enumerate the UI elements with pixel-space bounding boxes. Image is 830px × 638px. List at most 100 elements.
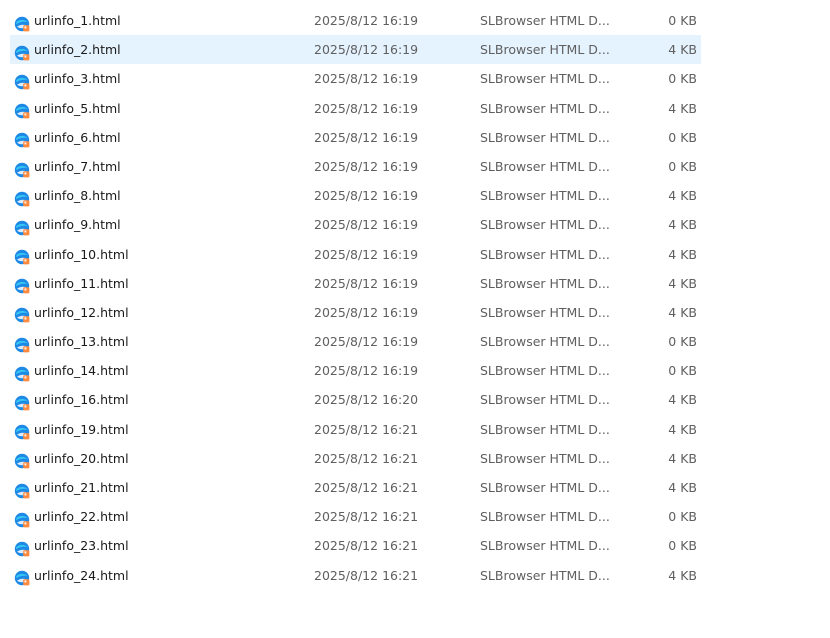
- file-name-cell[interactable]: urlinfo_12.html: [14, 298, 129, 327]
- file-name-cell[interactable]: urlinfo_6.html: [14, 123, 121, 152]
- file-type: SLBrowser HTML D...: [480, 246, 610, 262]
- file-type: SLBrowser HTML D...: [480, 509, 610, 525]
- file-row[interactable]: urlinfo_7.html 2025/8/12 16:19 SLBrowser H…: [10, 152, 701, 181]
- file-row[interactable]: urlinfo_22.html 2025/8/12 16:21 SLBrowser …: [10, 502, 701, 531]
- slbrowser-html-file-icon: [14, 159, 30, 177]
- file-size: 4 KB: [668, 304, 697, 320]
- file-name-cell[interactable]: urlinfo_2.html: [14, 35, 121, 64]
- file-name: urlinfo_19.html: [34, 421, 129, 437]
- file-row[interactable]: urlinfo_1.html 2025/8/12 16:19 SLBrowser H…: [10, 6, 701, 35]
- file-row[interactable]: urlinfo_10.html 2025/8/12 16:19 SLBrowser …: [10, 240, 701, 269]
- file-type: SLBrowser HTML D...: [480, 217, 610, 233]
- file-name: urlinfo_21.html: [34, 480, 129, 495]
- date-modified: 2025/8/12 16:19: [314, 246, 419, 262]
- file-row[interactable]: urlinfo_2.html 2025/8/12 16:19 SLBrowser H…: [10, 35, 701, 65]
- slbrowser-html-file-icon: [14, 392, 30, 411]
- slbrowser-html-file-icon: [14, 450, 30, 469]
- file-type: SLBrowser HTML D...: [480, 100, 610, 116]
- date-modified: 2025/8/12 16:19: [314, 158, 419, 174]
- file-row[interactable]: urlinfo_14.html 2025/8/12 16:19 SLBrowser …: [10, 356, 701, 385]
- file-size: 4 KB: [668, 100, 697, 116]
- file-name-cell[interactable]: urlinfo_19.html: [14, 415, 129, 444]
- file-type: SLBrowser HTML D...: [480, 13, 610, 28]
- file-name: urlinfo_13.html: [34, 334, 129, 350]
- date-modified: 2025/8/12 16:19: [314, 275, 419, 291]
- file-type: SLBrowser HTML D...: [480, 567, 610, 583]
- file-type: SLBrowser HTML D...: [480, 188, 610, 204]
- file-name-cell[interactable]: urlinfo_8.html: [14, 181, 121, 210]
- file-name-cell[interactable]: urlinfo_16.html: [14, 385, 129, 414]
- file-row[interactable]: urlinfo_13.html 2025/8/12 16:19 SLBrowser …: [10, 327, 701, 356]
- file-name: urlinfo_16.html: [34, 392, 129, 408]
- slbrowser-html-file-icon: [14, 246, 30, 265]
- date-modified: 2025/8/12 16:19: [314, 217, 419, 233]
- file-size: 4 KB: [668, 246, 697, 262]
- slbrowser-html-file-icon: [14, 304, 30, 323]
- file-size: 4 KB: [668, 480, 697, 495]
- file-size: 0 KB: [668, 334, 697, 350]
- slbrowser-html-file-icon: [14, 421, 30, 440]
- file-name: urlinfo_6.html: [34, 129, 121, 145]
- date-modified: 2025/8/12 16:20: [314, 392, 419, 408]
- file-row[interactable]: urlinfo_21.html 2025/8/12 16:21 SLBrowser …: [10, 473, 701, 502]
- slbrowser-html-file-icon: [14, 71, 30, 90]
- file-row[interactable]: urlinfo_20.html 2025/8/12 16:21 SLBrowser …: [10, 444, 701, 473]
- file-row[interactable]: urlinfo_23.html 2025/8/12 16:21 SLBrowser …: [10, 531, 701, 560]
- file-size: 0 KB: [668, 129, 697, 145]
- file-type: SLBrowser HTML D...: [480, 71, 610, 87]
- file-name: urlinfo_10.html: [34, 246, 129, 262]
- file-size: 4 KB: [668, 188, 697, 204]
- file-name-cell[interactable]: urlinfo_1.html: [14, 6, 121, 35]
- file-row[interactable]: urlinfo_16.html 2025/8/12 16:20 SLBrowser …: [10, 385, 701, 414]
- file-size: 4 KB: [668, 567, 697, 583]
- date-modified: 2025/8/12 16:21: [314, 509, 419, 525]
- file-size: 4 KB: [668, 421, 697, 437]
- file-name: urlinfo_3.html: [34, 71, 121, 87]
- date-modified: 2025/8/12 16:21: [314, 450, 419, 466]
- slbrowser-html-file-icon: [14, 480, 30, 498]
- date-modified: 2025/8/12 16:19: [314, 188, 419, 204]
- date-modified: 2025/8/12 16:19: [314, 363, 419, 379]
- slbrowser-html-file-icon: [14, 188, 30, 207]
- file-name-cell[interactable]: urlinfo_3.html: [14, 64, 121, 93]
- date-modified: 2025/8/12 16:21: [314, 421, 419, 437]
- file-row[interactable]: urlinfo_9.html 2025/8/12 16:19 SLBrowser H…: [10, 210, 701, 239]
- date-modified: 2025/8/12 16:19: [314, 42, 419, 58]
- slbrowser-html-file-icon: [14, 567, 30, 586]
- file-row[interactable]: urlinfo_6.html 2025/8/12 16:19 SLBrowser H…: [10, 123, 701, 152]
- file-name: urlinfo_14.html: [34, 363, 129, 379]
- file-row[interactable]: urlinfo_8.html 2025/8/12 16:19 SLBrowser H…: [10, 181, 701, 210]
- file-name-cell[interactable]: urlinfo_21.html: [14, 473, 129, 502]
- file-name-cell[interactable]: urlinfo_20.html: [14, 444, 129, 473]
- file-name-cell[interactable]: urlinfo_24.html: [14, 561, 129, 590]
- file-row[interactable]: urlinfo_11.html 2025/8/12 16:19 SLBrowser …: [10, 269, 701, 298]
- file-name: urlinfo_20.html: [34, 450, 129, 466]
- file-name-cell[interactable]: urlinfo_7.html: [14, 152, 121, 181]
- slbrowser-html-file-icon: [14, 538, 30, 557]
- file-name: urlinfo_9.html: [34, 217, 121, 233]
- date-modified: 2025/8/12 16:19: [314, 334, 419, 350]
- file-name-cell[interactable]: urlinfo_10.html: [14, 240, 129, 269]
- file-size: 0 KB: [668, 158, 697, 174]
- file-type: SLBrowser HTML D...: [480, 42, 610, 58]
- date-modified: 2025/8/12 16:21: [314, 538, 419, 554]
- file-name-cell[interactable]: urlinfo_22.html: [14, 502, 129, 531]
- date-modified: 2025/8/12 16:19: [314, 100, 419, 116]
- file-name: urlinfo_24.html: [34, 567, 129, 583]
- file-row[interactable]: urlinfo_24.html 2025/8/12 16:21 SLBrowser …: [10, 561, 701, 590]
- file-type: SLBrowser HTML D...: [480, 450, 610, 466]
- file-name-cell[interactable]: urlinfo_13.html: [14, 327, 129, 356]
- file-size: 0 KB: [668, 509, 697, 525]
- file-row[interactable]: urlinfo_5.html 2025/8/12 16:19 SLBrowser H…: [10, 94, 701, 123]
- file-name-cell[interactable]: urlinfo_23.html: [14, 531, 129, 560]
- file-list: urlinfo_1.html 2025/8/12 16:19 SLBrowser H…: [10, 6, 701, 590]
- slbrowser-html-file-icon: [14, 129, 30, 148]
- file-size: 4 KB: [668, 275, 697, 291]
- file-row[interactable]: urlinfo_19.html 2025/8/12 16:21 SLBrowser …: [10, 415, 701, 444]
- file-name-cell[interactable]: urlinfo_5.html: [14, 94, 121, 123]
- file-row[interactable]: urlinfo_12.html 2025/8/12 16:19 SLBrowser …: [10, 298, 701, 327]
- file-name-cell[interactable]: urlinfo_11.html: [14, 269, 129, 298]
- file-name-cell[interactable]: urlinfo_14.html: [14, 356, 129, 385]
- file-row[interactable]: urlinfo_3.html 2025/8/12 16:19 SLBrowser H…: [10, 64, 701, 93]
- file-name-cell[interactable]: urlinfo_9.html: [14, 210, 121, 239]
